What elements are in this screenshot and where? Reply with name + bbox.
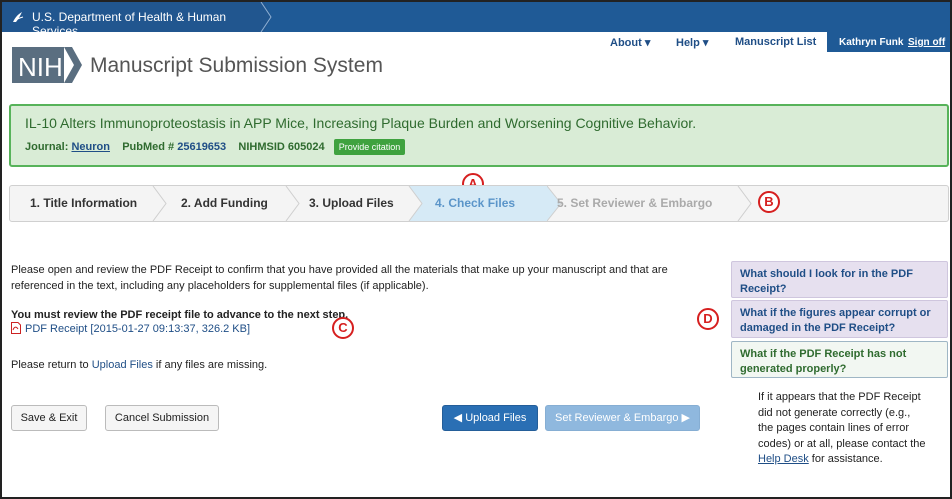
- pdf-receipt-link[interactable]: PDF Receipt [2015-01-27 09:13:37, 326.2 …: [11, 322, 250, 335]
- hhs-eagle-icon: [13, 12, 24, 22]
- manuscript-summary: IL-10 Alters Immunoproteostasis in APP M…: [9, 104, 949, 167]
- journal-label: Journal:: [25, 141, 69, 153]
- help-desk-link[interactable]: Help Desk: [758, 453, 809, 465]
- user-area: Kathryn Funk Sign off: [827, 32, 950, 52]
- help-answer-text: If it appears that the PDF Receipt did n…: [758, 391, 926, 450]
- upload-files-button[interactable]: ◀ Upload Files: [442, 405, 538, 431]
- cancel-submission-button[interactable]: Cancel Submission: [105, 405, 219, 431]
- manuscript-meta: Journal: Neuron PubMed # 25619653 NIHMSI…: [25, 139, 406, 155]
- set-reviewer-embargo-button: Set Reviewer & Embargo ▶: [545, 405, 700, 431]
- pubmed-id[interactable]: 25619653: [177, 141, 226, 153]
- callout-marker-c: C: [332, 317, 354, 339]
- step-title-information[interactable]: 1. Title Information: [30, 186, 137, 221]
- help-question-look-for[interactable]: What should I look for in the PDF Receip…: [731, 261, 948, 298]
- step-separator: [737, 186, 752, 221]
- help-answer-suffix: for assistance.: [808, 453, 883, 465]
- journal-link[interactable]: Neuron: [71, 141, 110, 153]
- hhs-bar: U.S. Department of Health & Human Servic…: [2, 2, 950, 38]
- step-label: 1. Title Information: [30, 196, 138, 210]
- step-label: 2. Add Funding: [181, 196, 268, 210]
- nav-manuscript-list[interactable]: Manuscript List: [735, 36, 816, 48]
- nih-logo-text: NIH: [18, 52, 63, 82]
- step-separator: [285, 186, 300, 221]
- signoff-link[interactable]: Sign off: [908, 37, 945, 48]
- nav-about[interactable]: About ▾: [610, 36, 650, 49]
- return-suffix: if any files are missing.: [152, 359, 268, 371]
- nav-help[interactable]: Help ▾: [676, 36, 708, 49]
- step-add-funding[interactable]: 2. Add Funding: [181, 186, 268, 221]
- return-prefix: Please return to: [11, 359, 92, 371]
- step-separator: [408, 186, 423, 221]
- user-name: Kathryn Funk: [839, 37, 904, 48]
- help-question-not-generated[interactable]: What if the PDF Receipt has not generate…: [731, 341, 948, 378]
- step-bar: 1. Title Information 2. Add Funding 3. U…: [9, 185, 949, 222]
- step-label: 4. Check Files: [435, 196, 516, 210]
- site-header: NIH Manuscript Submission System About ▾…: [2, 32, 950, 98]
- intro-text: Please open and review the PDF Receipt t…: [11, 264, 668, 292]
- help-question-figures-corrupt[interactable]: What if the figures appear corrupt or da…: [731, 300, 948, 338]
- step-set-reviewer-embargo: 5. Set Reviewer & Embargo: [557, 186, 712, 221]
- callout-marker-d: D: [697, 308, 719, 330]
- provide-citation-button[interactable]: Provide citation: [333, 139, 406, 155]
- step-separator: [152, 186, 167, 221]
- hhs-tab[interactable]: U.S. Department of Health & Human Servic…: [2, 2, 272, 38]
- hhs-tab-edge: [260, 2, 272, 32]
- step-label: 3. Upload Files: [309, 196, 394, 210]
- pdf-icon: [11, 322, 21, 334]
- site-title: Manuscript Submission System: [90, 54, 383, 77]
- step-upload-files[interactable]: 3. Upload Files: [309, 186, 394, 221]
- callout-marker-b: B: [758, 191, 780, 213]
- page-frame: U.S. Department of Health & Human Servic…: [0, 0, 952, 499]
- manuscript-title: IL-10 Alters Immunoproteostasis in APP M…: [25, 115, 697, 131]
- pdf-receipt-label: PDF Receipt [2015-01-27 09:13:37, 326.2 …: [25, 323, 251, 335]
- must-review-text: You must review the PDF receipt file to …: [11, 309, 349, 321]
- pubmed-label: PubMed #: [122, 141, 175, 153]
- step-check-files[interactable]: 4. Check Files: [435, 186, 515, 221]
- step-label: 5. Set Reviewer & Embargo: [557, 196, 713, 210]
- return-note: Please return to Upload Files if any fil…: [11, 359, 267, 371]
- nihmsid: NIHMSID 605024: [238, 141, 325, 153]
- save-exit-button[interactable]: Save & Exit: [11, 405, 87, 431]
- help-answer: If it appears that the PDF Receipt did n…: [758, 390, 928, 468]
- upload-files-link[interactable]: Upload Files: [92, 359, 153, 371]
- nih-logo[interactable]: NIH: [12, 45, 82, 85]
